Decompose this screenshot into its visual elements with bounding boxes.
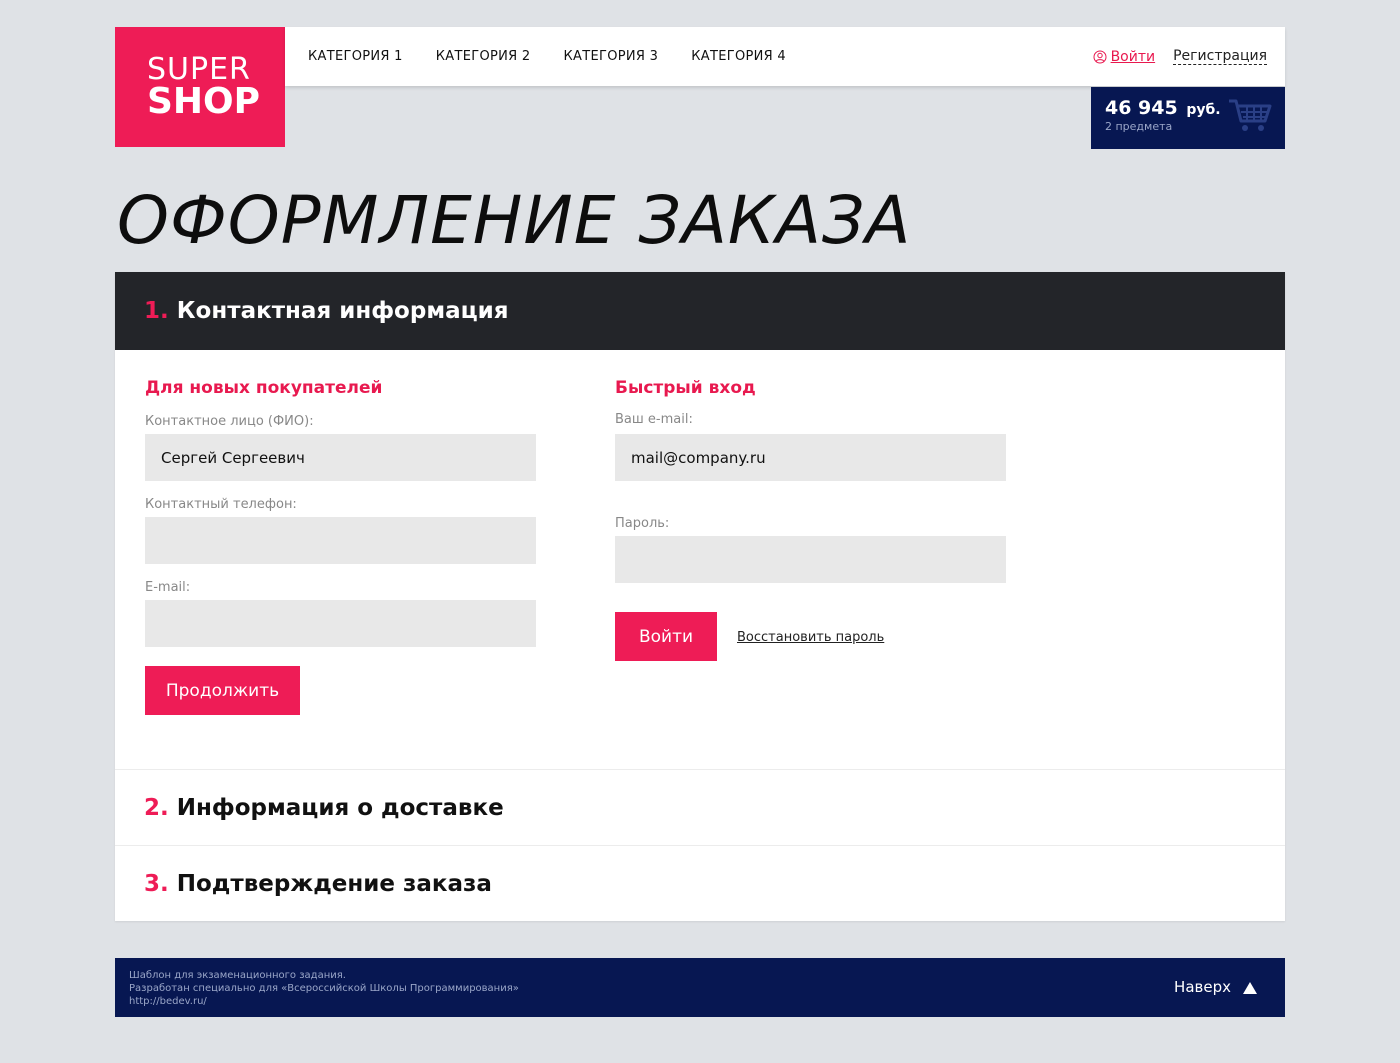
phone-label: Контактный телефон: [145, 497, 297, 512]
contact-name-field[interactable]: Сергей Сергеевич [145, 434, 536, 481]
arrow-up-icon [1243, 981, 1257, 994]
new-buyers-title: Для новых покупателей [145, 378, 383, 398]
main-nav: КАТЕГОРИЯ 1 КАТЕГОРИЯ 2 КАТЕГОРИЯ 3 КАТЕ… [308, 27, 819, 86]
cart-currency: руб. [1186, 102, 1221, 118]
footer-line-2: Разработан специально для «Всероссийской… [129, 983, 519, 994]
auth-links: Войти Регистрация [1093, 27, 1267, 86]
restore-password-link[interactable]: Восстановить пароль [737, 630, 884, 645]
footer: Шаблон для экзаменационного задания. Раз… [115, 958, 1285, 1017]
cart-widget[interactable]: 46 945 руб. 2 предмета [1091, 87, 1285, 149]
contact-name-label: Контактное лицо (ФИО): [145, 414, 314, 429]
login-email-field[interactable]: mail@company.ru [615, 434, 1006, 481]
step-1-title: Контактная информация [176, 298, 509, 324]
login-email-label: Ваш e-mail: [615, 412, 693, 427]
nav-item-category-2[interactable]: КАТЕГОРИЯ 2 [436, 49, 531, 64]
user-icon [1093, 50, 1107, 63]
step-1-header[interactable]: 1. Контактная информация [115, 272, 1285, 350]
password-field[interactable] [615, 536, 1006, 583]
top-bar: КАТЕГОРИЯ 1 КАТЕГОРИЯ 2 КАТЕГОРИЯ 3 КАТЕ… [285, 27, 1285, 86]
password-label: Пароль: [615, 516, 670, 531]
step-3-title: Подтверждение заказа [176, 870, 492, 897]
page-title: ОФОРМЛЕНИЕ ЗАКАЗА [117, 182, 912, 259]
cart-sum: 46 945 [1105, 97, 1178, 119]
contact-form-area: Для новых покупателей Контактное лицо (Ф… [115, 350, 1285, 769]
step-3-number: 3. [144, 870, 169, 897]
logo[interactable]: SUPER SHOP [115, 27, 285, 147]
continue-button[interactable]: Продолжить [145, 666, 300, 715]
step-1-number: 1. [144, 298, 169, 324]
step-3-header[interactable]: 3. Подтверждение заказа [115, 845, 1285, 921]
email-label: E-mail: [145, 580, 191, 595]
email-field[interactable] [145, 600, 536, 647]
nav-item-category-3[interactable]: КАТЕГОРИЯ 3 [564, 49, 659, 64]
footer-link[interactable]: http://bedev.ru/ [129, 995, 1285, 1008]
cart-icon [1229, 99, 1272, 131]
footer-line-1: Шаблон для экзаменационного задания. [129, 970, 346, 981]
step-2-number: 2. [144, 794, 169, 821]
login-link-label: Войти [1110, 48, 1156, 65]
back-to-top-button[interactable]: Наверх [1174, 958, 1257, 1017]
nav-item-category-1[interactable]: КАТЕГОРИЯ 1 [308, 49, 403, 64]
logo-line-2: SHOP [147, 81, 261, 122]
nav-item-category-4[interactable]: КАТЕГОРИЯ 4 [691, 49, 786, 64]
quick-login-title: Быстрый вход [615, 378, 756, 398]
register-link[interactable]: Регистрация [1173, 48, 1267, 65]
login-button[interactable]: Войти [615, 612, 717, 661]
phone-field[interactable] [145, 517, 536, 564]
login-link[interactable]: Войти [1093, 48, 1156, 65]
step-2-title: Информация о доставке [176, 794, 504, 821]
checkout-panel: 1. Контактная информация Для новых покуп… [115, 272, 1285, 921]
step-2-header[interactable]: 2. Информация о доставке [115, 769, 1285, 845]
back-to-top-label: Наверх [1174, 978, 1231, 996]
